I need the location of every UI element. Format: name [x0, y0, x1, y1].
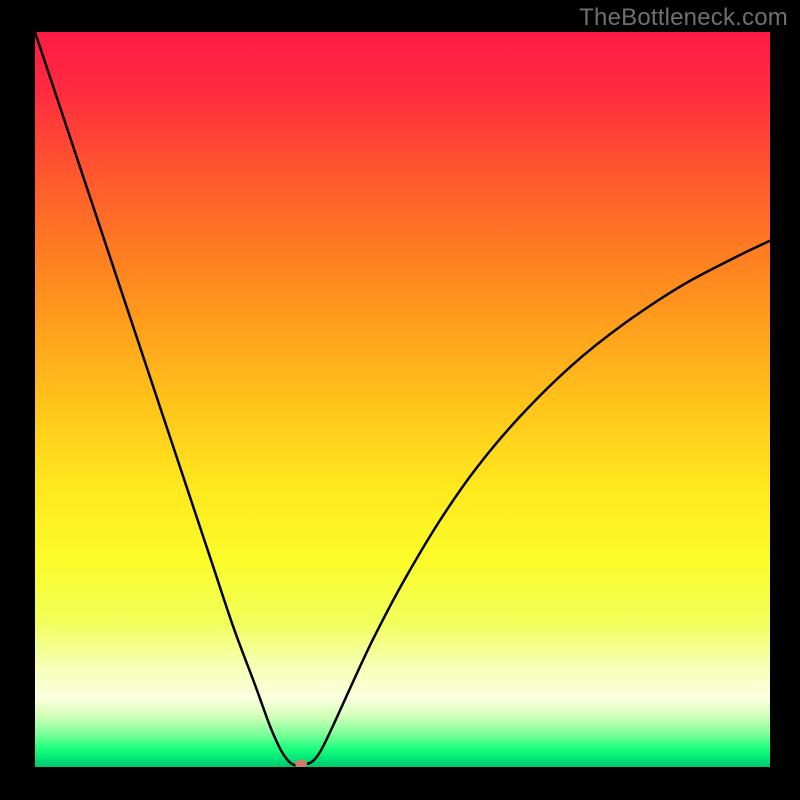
chart-frame: TheBottleneck.com — [0, 0, 800, 800]
gradient-background — [35, 32, 770, 767]
watermark-text: TheBottleneck.com — [579, 4, 788, 32]
plot-area — [35, 32, 770, 767]
chart-svg — [35, 32, 770, 767]
